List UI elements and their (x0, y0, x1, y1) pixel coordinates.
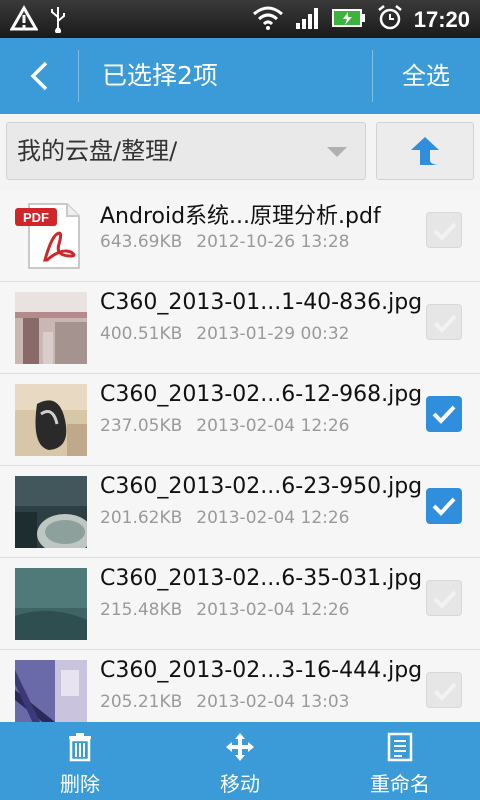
select-checkbox[interactable] (426, 488, 462, 524)
file-meta: 201.62KB 2013-02-04 12:26 (100, 508, 350, 528)
select-checkbox[interactable] (426, 212, 462, 248)
file-meta: 643.69KB 2012-10-26 13:28 (100, 232, 350, 252)
select-checkbox[interactable] (426, 580, 462, 616)
status-bar: 17:20 (0, 0, 480, 38)
photo-thumbnail (15, 660, 87, 722)
list-item[interactable]: PDF Android系统...原理分析.pdf 643.69KB 2012-10… (0, 190, 480, 282)
file-size: 205.21KB (100, 692, 183, 712)
signal-icon (294, 5, 322, 35)
parent-folder-button[interactable] (376, 122, 474, 180)
clock: 17:20 (413, 7, 470, 32)
file-name: C360_2013-02...6-23-950.jpg (100, 474, 423, 499)
up-arrow-icon (411, 137, 439, 165)
divider (78, 50, 79, 102)
check-icon (433, 314, 457, 333)
move-button[interactable]: 移动 (160, 722, 320, 800)
photo-thumbnail (15, 476, 93, 554)
check-icon (432, 497, 456, 516)
file-size: 201.62KB (100, 508, 183, 528)
delete-label: 删除 (60, 772, 100, 796)
file-date: 2013-02-04 12:26 (196, 416, 350, 436)
document-icon (387, 732, 413, 762)
check-icon (433, 222, 457, 241)
current-path: 我的云盘/整理/ (17, 137, 178, 165)
rename-button[interactable]: 重命名 (320, 722, 480, 800)
file-name: C360_2013-02...6-35-031.jpg (100, 566, 423, 591)
move-label: 移动 (220, 772, 260, 796)
list-item[interactable]: C360_2013-02...3-16-444.jpg 205.21KB 2013… (0, 650, 480, 722)
photo-thumbnail (15, 292, 87, 364)
file-size: 643.69KB (100, 232, 183, 252)
delete-button[interactable]: 删除 (0, 722, 160, 800)
file-name: C360_2013-02...3-16-444.jpg (100, 658, 423, 683)
title-bar: 已选择2项 全选 (0, 38, 480, 114)
file-list: PDF Android系统...原理分析.pdf 643.69KB 2012-10… (0, 190, 480, 722)
warning-icon (9, 4, 39, 37)
file-name: C360_2013-01...1-40-836.jpg (100, 290, 423, 315)
rename-label: 重命名 (370, 772, 430, 796)
list-item[interactable]: C360_2013-01...1-40-836.jpg 400.51KB 2013… (0, 282, 480, 374)
file-meta: 400.51KB 2013-01-29 00:32 (100, 324, 350, 344)
photo-thumbnail (15, 384, 87, 456)
bottom-toolbar: 删除 移动 重命名 (0, 722, 480, 800)
file-meta: 215.48KB 2013-02-04 12:26 (100, 600, 350, 620)
file-date: 2013-02-04 12:26 (196, 508, 350, 528)
list-item[interactable]: C360_2013-02...6-12-968.jpg 237.05KB 2013… (0, 374, 480, 466)
trash-icon (69, 733, 91, 762)
file-date: 2012-10-26 13:28 (196, 232, 350, 252)
list-item[interactable]: C360_2013-02...6-23-950.jpg 201.62KB 2013… (0, 466, 480, 558)
battery-charging-icon (331, 7, 366, 33)
file-meta: 205.21KB 2013-02-04 13:03 (100, 692, 350, 712)
svg-text:PDF: PDF (23, 210, 49, 225)
pdf-icon: PDF (15, 200, 87, 272)
file-date: 2013-01-29 00:32 (196, 324, 350, 344)
file-meta: 237.05KB 2013-02-04 12:26 (100, 416, 350, 436)
check-icon (433, 682, 457, 701)
move-arrows-icon (226, 733, 254, 761)
select-all-button[interactable]: 全选 (372, 38, 480, 114)
path-dropdown[interactable]: 我的云盘/整理/ (6, 122, 366, 180)
select-checkbox[interactable] (426, 396, 462, 432)
path-bar: 我的云盘/整理/ (0, 114, 480, 190)
file-date: 2013-02-04 13:03 (196, 692, 350, 712)
back-button[interactable] (0, 38, 78, 114)
check-icon (433, 590, 457, 609)
page-title: 已选择2项 (102, 61, 218, 90)
alarm-icon (376, 4, 404, 36)
file-name: Android系统...原理分析.pdf (100, 204, 381, 229)
file-size: 400.51KB (100, 324, 183, 344)
file-size: 237.05KB (100, 416, 183, 436)
select-checkbox[interactable] (426, 672, 462, 708)
usb-icon (48, 5, 68, 37)
chevron-left-icon (30, 61, 48, 91)
file-date: 2013-02-04 12:26 (196, 600, 350, 620)
file-name: C360_2013-02...6-12-968.jpg (100, 382, 423, 407)
wifi-icon (252, 6, 284, 34)
photo-thumbnail (15, 568, 87, 640)
select-checkbox[interactable] (426, 304, 462, 340)
dropdown-arrow-icon (327, 147, 347, 157)
list-item[interactable]: C360_2013-02...6-35-031.jpg 215.48KB 2013… (0, 558, 480, 650)
check-icon (432, 405, 456, 424)
file-size: 215.48KB (100, 600, 183, 620)
